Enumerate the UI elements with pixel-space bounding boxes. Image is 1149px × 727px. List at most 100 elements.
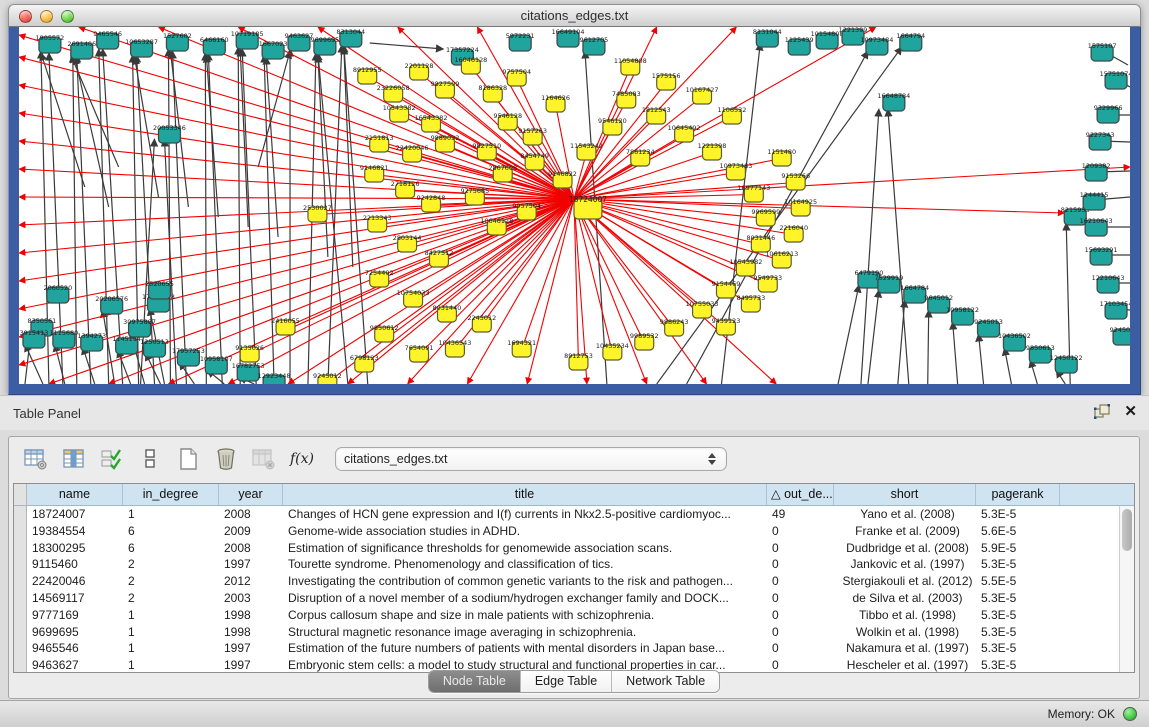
zoom-window-button[interactable]: [61, 10, 74, 23]
svg-text:1115680: 1115680: [49, 329, 78, 337]
svg-text:16977143: 16977143: [737, 184, 770, 192]
svg-text:7485083: 7485083: [612, 90, 641, 98]
svg-text:17957253: 17957253: [172, 347, 205, 355]
column-header-short[interactable]: short: [834, 484, 976, 505]
column-header-out_degree[interactable]: △ out_de...: [767, 484, 834, 505]
svg-text:16782753: 16782753: [232, 362, 265, 370]
row-gutter: [14, 624, 27, 641]
fx-label: f(x): [290, 451, 314, 467]
cell-pagerank: 5.9E-5: [976, 540, 1060, 557]
table-row[interactable]: 946554611997Estimation of the future num…: [14, 640, 1134, 657]
svg-text:16649104: 16649104: [552, 28, 585, 36]
svg-text:10543382: 10543382: [383, 104, 416, 112]
column-header-pagerank[interactable]: pagerank: [976, 484, 1060, 505]
select-all-rows-icon[interactable]: [97, 445, 127, 473]
citation-graph[interactable]: 1905572269140694655461065328715276026466…: [19, 27, 1130, 384]
svg-text:10973483: 10973483: [719, 162, 752, 170]
delete-column-icon[interactable]: [211, 445, 241, 473]
row-gutter: [14, 540, 27, 557]
svg-text:10435234: 10435234: [596, 342, 629, 350]
svg-text:22420046: 22420046: [396, 144, 429, 152]
table-panel-title: Table Panel: [13, 406, 81, 421]
svg-text:8031440: 8031440: [433, 304, 462, 312]
cell-year: 2009: [219, 523, 283, 540]
svg-text:9154469: 9154469: [712, 280, 741, 288]
network-frame: 1905572269140694655461065328715276026466…: [8, 27, 1141, 395]
table-row[interactable]: 2242004622012Investigating the contribut…: [14, 573, 1134, 590]
svg-text:1151480: 1151480: [767, 148, 796, 156]
svg-text:9329966: 9329966: [1094, 104, 1123, 112]
svg-text:9549733: 9549733: [753, 274, 782, 282]
row-gutter: [14, 640, 27, 657]
table-options-icon[interactable]: [21, 445, 51, 473]
function-builder-icon[interactable]: f(x): [287, 445, 317, 473]
delete-table-icon[interactable]: [249, 445, 279, 473]
svg-text:10616213: 10616213: [765, 250, 798, 258]
table-row[interactable]: 911546021997Tourette syndrome. Phenomeno…: [14, 556, 1134, 573]
float-panel-icon[interactable]: [1094, 404, 1110, 419]
table-toolbar: f(x) citations_edges.txt: [9, 437, 1139, 481]
table-vertical-scrollbar[interactable]: [1119, 506, 1134, 672]
row-header-gutter: [14, 484, 27, 505]
table-row[interactable]: 969969511998Structural magnetic resonanc…: [14, 624, 1134, 641]
svg-text:2867608: 2867608: [488, 164, 517, 172]
scrollbar-thumb[interactable]: [1122, 509, 1132, 551]
svg-text:17357224: 17357224: [446, 46, 479, 54]
column-header-title[interactable]: title: [283, 484, 767, 505]
cell-name: 19384554: [27, 523, 123, 540]
close-window-button[interactable]: [19, 10, 32, 23]
svg-text:9850613: 9850613: [1026, 344, 1055, 352]
table-row[interactable]: 1872400712008Changes of HCN gene express…: [14, 506, 1134, 523]
svg-text:2530027: 2530027: [303, 204, 332, 212]
table-body: 1872400712008Changes of HCN gene express…: [14, 506, 1134, 673]
svg-text:1694321: 1694321: [507, 339, 536, 347]
cell-pagerank: 5.3E-5: [976, 640, 1060, 657]
tab-node-table[interactable]: Node Table: [429, 671, 521, 692]
create-column-icon[interactable]: [173, 445, 203, 473]
svg-text:6466160: 6466160: [200, 36, 229, 44]
svg-text:10543982: 10543982: [729, 258, 762, 266]
column-header-name[interactable]: name: [27, 484, 123, 505]
svg-text:6798123: 6798123: [350, 354, 379, 362]
cell-out_degree: 0: [767, 540, 834, 557]
svg-text:18724007: 18724007: [569, 195, 607, 204]
network-canvas[interactable]: 1905572269140694655461065328715276026466…: [19, 27, 1130, 384]
svg-text:9157263: 9157263: [518, 127, 547, 135]
tab-network-table[interactable]: Network Table: [612, 671, 719, 692]
svg-text:2520655: 2520655: [145, 280, 174, 288]
table-row[interactable]: 1830029562008Estimation of significance …: [14, 540, 1134, 557]
svg-text:16648784: 16648784: [877, 92, 910, 100]
cell-short: Wolkin et al. (1998): [834, 624, 976, 641]
svg-text:15751074: 15751074: [1100, 70, 1130, 78]
cell-short: de Silva et al. (2003): [834, 590, 976, 607]
column-header-year[interactable]: year: [219, 484, 283, 505]
row-gutter: [14, 556, 27, 573]
table-row[interactable]: 1456911722003Disruption of a novel membe…: [14, 590, 1134, 607]
cell-year: 1997: [219, 556, 283, 573]
cell-title: Changes of HCN gene expression and I(f) …: [283, 506, 767, 523]
table-selector-dropdown[interactable]: citations_edges.txt: [335, 447, 727, 471]
network-window-titlebar[interactable]: citations_edges.txt: [8, 4, 1141, 27]
unselect-rows-icon[interactable]: [135, 445, 165, 473]
column-header-in_degree[interactable]: in_degree: [123, 484, 219, 505]
tab-edge-table[interactable]: Edge Table: [521, 671, 612, 692]
table-row[interactable]: 1938455462009Genome-wide association stu…: [14, 523, 1134, 540]
cell-in_degree: 1: [123, 607, 219, 624]
cell-name: 18724007: [27, 506, 123, 523]
cell-title: Disruption of a novel member of a sodium…: [283, 590, 767, 607]
svg-text:10958122: 10958122: [946, 306, 979, 314]
svg-text:15693291: 15693291: [1085, 246, 1118, 254]
svg-text:10653287: 10653287: [125, 38, 158, 46]
svg-text:1664784: 1664784: [900, 284, 929, 292]
dropdown-stepper-icon: [708, 453, 716, 465]
show-columns-icon[interactable]: [59, 445, 89, 473]
cell-name: 9777169: [27, 607, 123, 624]
svg-text:16046128: 16046128: [454, 56, 487, 64]
table-row[interactable]: 977716911998Corpus callosum shape and si…: [14, 607, 1134, 624]
svg-text:8131044: 8131044: [753, 28, 782, 36]
svg-text:9850612: 9850612: [370, 324, 399, 332]
cell-out_degree: 0: [767, 624, 834, 641]
svg-text:1527602: 1527602: [163, 32, 192, 40]
close-panel-icon[interactable]: ✕: [1124, 404, 1137, 419]
minimize-window-button[interactable]: [40, 10, 53, 23]
